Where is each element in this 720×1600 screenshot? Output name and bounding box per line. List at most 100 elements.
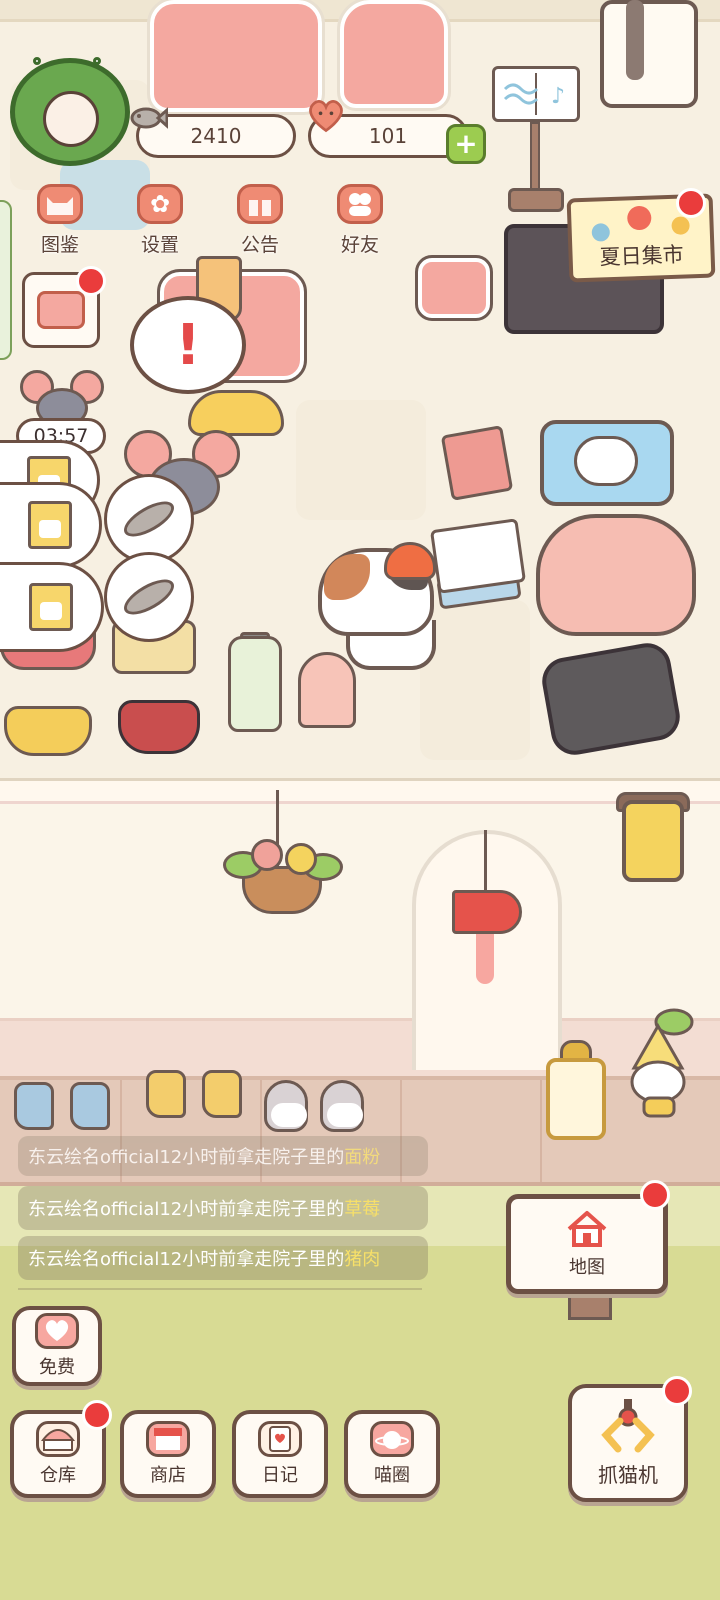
diary-label: 日记 xyxy=(262,1465,298,1486)
summer-market-label: 夏日集市 xyxy=(599,242,685,270)
hanging-flower-basket[interactable] xyxy=(223,839,343,914)
air-purifier[interactable] xyxy=(600,0,698,108)
friends-icon xyxy=(337,184,383,224)
floor-tile xyxy=(296,400,426,520)
frog-eye xyxy=(33,57,41,65)
notification-dot xyxy=(82,1400,112,1430)
open-book[interactable] xyxy=(429,518,527,594)
feed-message: 东云绘名official12小时前拿走院子里的 草莓 xyxy=(18,1186,428,1230)
purifier-grille xyxy=(626,0,644,80)
notification-dot xyxy=(676,188,706,218)
free-button[interactable]: 免费 xyxy=(12,1306,102,1386)
request-bubble[interactable] xyxy=(0,482,102,568)
room-divider xyxy=(0,778,720,804)
eraser-icon xyxy=(37,291,85,329)
feed-item-name: 猪肉 xyxy=(344,1249,381,1270)
feed-text: 东云绘名official12小时前拿走院子里的 xyxy=(28,1199,345,1220)
avatar-face xyxy=(43,91,99,147)
yellow-boot[interactable] xyxy=(146,1070,186,1118)
music-stand-book[interactable]: ♪ xyxy=(492,66,580,122)
wall-lantern[interactable] xyxy=(622,800,684,882)
catalog-button[interactable]: 图鉴 xyxy=(18,184,102,264)
pink-sofa[interactable] xyxy=(147,0,325,115)
flower-decoration xyxy=(591,223,611,242)
warehouse-label: 仓库 xyxy=(40,1465,76,1486)
milk-bottle[interactable] xyxy=(228,636,282,732)
request-bubble[interactable] xyxy=(104,552,194,642)
notification-dot xyxy=(662,1376,692,1406)
svg-text:♪: ♪ xyxy=(551,84,565,109)
shop-button[interactable]: 商店 xyxy=(120,1410,216,1498)
sprout-gnome[interactable] xyxy=(624,1008,694,1120)
settings-button[interactable]: ✿ 设置 xyxy=(118,184,202,264)
warehouse-icon xyxy=(36,1421,80,1457)
pink-beanbag[interactable] xyxy=(536,514,696,636)
music-stand-pole xyxy=(530,122,540,192)
player-avatar[interactable] xyxy=(10,57,130,166)
floor-tile xyxy=(420,600,530,760)
blue-boot[interactable] xyxy=(14,1082,54,1130)
heart-icon xyxy=(35,1313,79,1349)
request-bubble[interactable] xyxy=(0,562,104,652)
alert-bubble[interactable]: ! xyxy=(130,296,246,394)
notification-dot xyxy=(76,266,106,296)
settings-label: 设置 xyxy=(140,234,179,256)
house-icon xyxy=(567,1211,607,1247)
fish-count: 2410 xyxy=(190,124,242,148)
flower xyxy=(251,839,283,871)
friends-label: 好友 xyxy=(340,234,379,256)
side-drawer-tab[interactable] xyxy=(0,200,12,360)
feed-message: 东云绘名official12小时前拿走院子里的 猪肉 xyxy=(18,1236,428,1280)
flower-decoration xyxy=(671,216,690,235)
yellow-food-bowl[interactable] xyxy=(4,706,92,756)
red-book[interactable] xyxy=(440,425,514,501)
frog-eye xyxy=(93,57,101,65)
add-hearts-button[interactable]: + xyxy=(446,124,486,164)
cloud-face xyxy=(574,436,638,486)
porch-lantern[interactable] xyxy=(546,1058,606,1140)
heart-icon xyxy=(306,98,346,134)
yellow-boot[interactable] xyxy=(202,1070,242,1118)
windsock-tassel xyxy=(476,934,494,984)
claw-machine-label: 抓猫机 xyxy=(598,1462,658,1487)
friends-button[interactable]: 好友 xyxy=(318,184,402,264)
feed-item-name: 面粉 xyxy=(344,1147,381,1168)
catalog-label: 图鉴 xyxy=(40,234,79,256)
notice-button[interactable]: 公告 xyxy=(218,184,302,264)
shop-icon xyxy=(146,1421,190,1457)
diary-button[interactable]: 日记 xyxy=(232,1410,328,1498)
wainscot-panel xyxy=(0,1018,720,1078)
flower-decoration xyxy=(626,205,652,231)
red-food-bowl[interactable] xyxy=(118,700,200,754)
notice-label: 公告 xyxy=(240,234,279,256)
feed-divider xyxy=(18,1288,422,1290)
ice-cream-cone[interactable] xyxy=(298,652,356,728)
bunny-slipper[interactable] xyxy=(264,1080,308,1132)
meow-circle-label: 喵圈 xyxy=(374,1465,410,1486)
cat-food-bag-icon xyxy=(27,501,72,549)
flower xyxy=(285,843,317,875)
bunny-slipper[interactable] xyxy=(320,1080,364,1132)
feed-message: 东云绘名official12小时前拿走院子里的 面粉 xyxy=(18,1136,428,1176)
free-label: 免费 xyxy=(39,1357,75,1378)
shop-label: 商店 xyxy=(150,1465,186,1486)
map-button[interactable]: 地图 xyxy=(506,1194,668,1294)
gear-icon: ✿ xyxy=(137,184,183,224)
notification-dot xyxy=(640,1180,670,1210)
cat-planet-icon xyxy=(370,1421,414,1457)
diary-icon xyxy=(258,1421,302,1457)
fish-icon xyxy=(128,100,168,136)
fish-icon xyxy=(118,572,180,622)
heart-count: 101 xyxy=(368,124,408,148)
claw-icon xyxy=(598,1398,658,1455)
carp-windsock[interactable] xyxy=(452,890,522,934)
porch-plank xyxy=(540,1080,542,1182)
pink-armchair[interactable] xyxy=(337,0,451,111)
request-bubble[interactable] xyxy=(104,474,194,564)
blue-boot[interactable] xyxy=(70,1082,110,1130)
feed-item-name: 草莓 xyxy=(344,1199,381,1220)
piano-stool[interactable] xyxy=(415,255,493,321)
map-sign-post xyxy=(568,1290,612,1320)
map-label: 地图 xyxy=(569,1257,605,1278)
meow-circle-button[interactable]: 喵圈 xyxy=(344,1410,440,1498)
